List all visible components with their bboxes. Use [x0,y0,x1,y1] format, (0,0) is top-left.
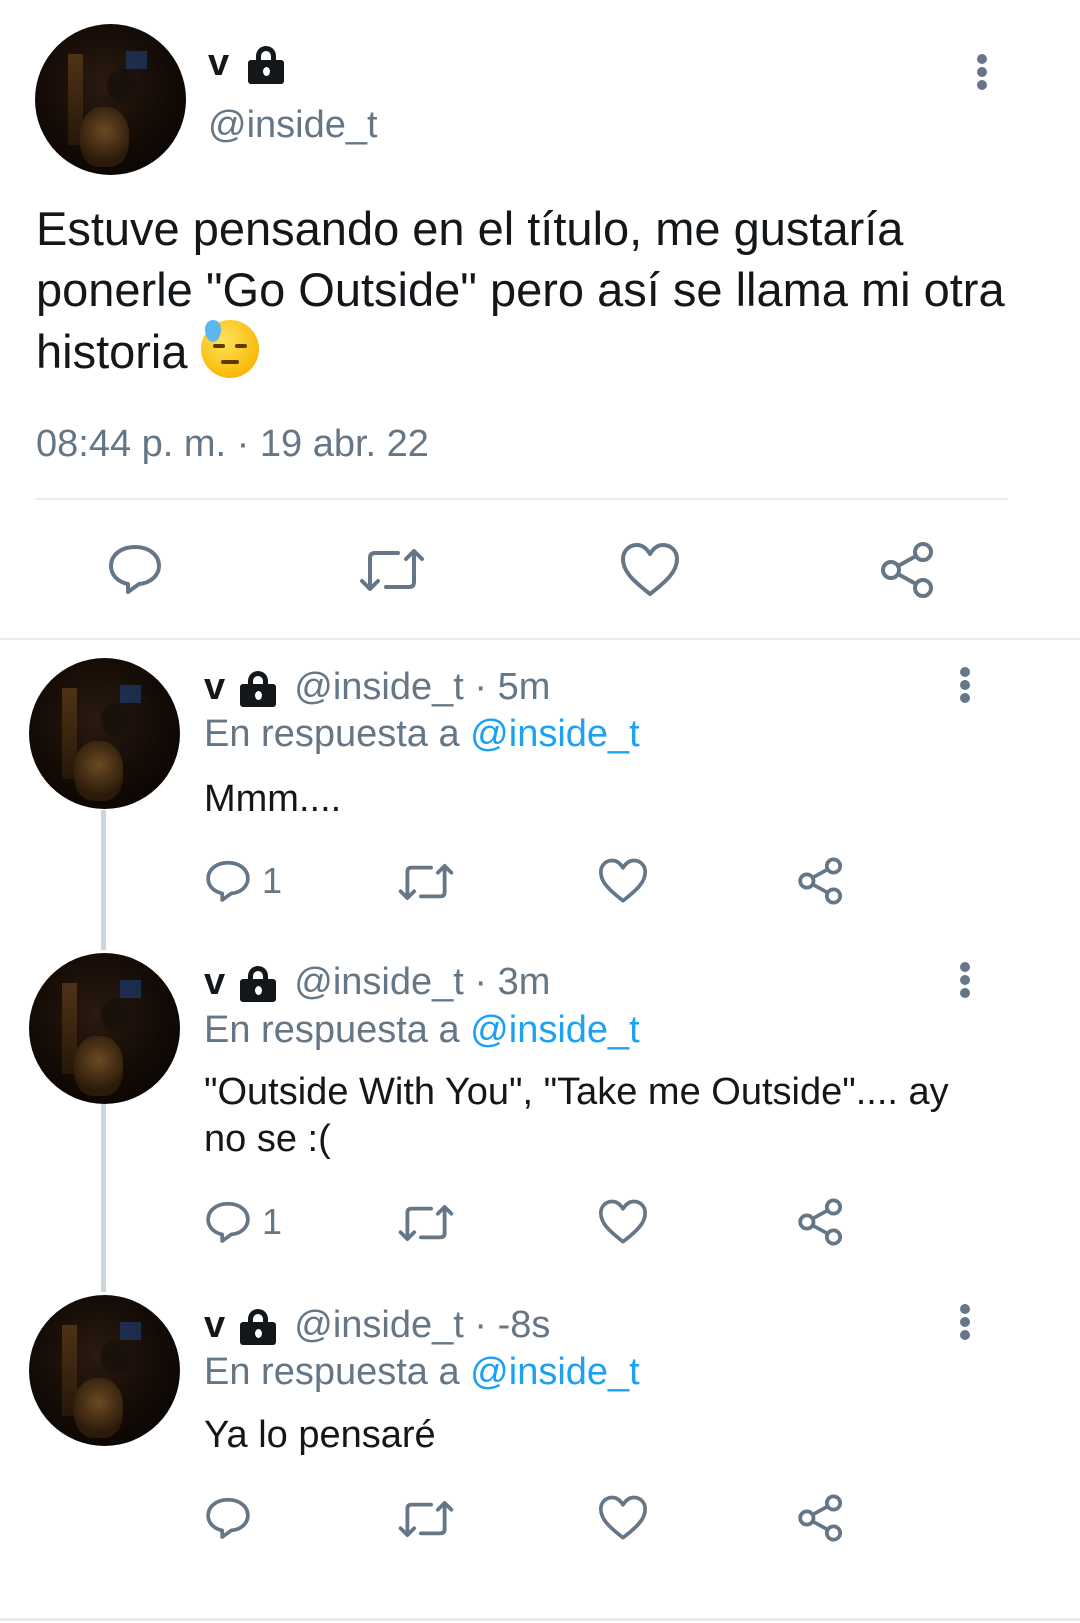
reply-author-name[interactable]: v [204,666,225,708]
main-timestamp[interactable]: 08:44 p. m. · 19 abr. 22 [36,423,429,466]
retweet-icon [360,549,424,591]
reply-header: v @inside_t · 3m [204,961,550,1004]
reply-retweet-button[interactable] [396,1201,456,1245]
reply-share-button[interactable] [796,1493,846,1543]
main-tweet-text: Estuve pensando en el título, me gustarí… [36,198,1036,382]
reply-like-button[interactable] [598,1495,648,1541]
lock-icon [239,670,276,707]
reply-share-button[interactable] [796,856,846,906]
reply-author-name[interactable]: v [204,961,225,1003]
reply-retweet-button[interactable] [396,860,456,904]
main-reply-button[interactable] [106,540,164,598]
main-retweet-button[interactable] [358,544,426,596]
heart-icon [598,858,648,903]
reply-count: 1 [262,1201,283,1242]
share-icon [881,542,933,598]
main-avatar[interactable] [35,24,186,175]
reply-text: "Outside With You", "Take me Outside"...… [204,1071,949,1160]
thread-line [101,1104,106,1292]
heart-icon [621,543,679,596]
reply-reply-button[interactable] [204,1494,252,1542]
reply-header: v @inside_t · 5m [204,666,550,709]
lock-icon [239,1308,276,1345]
reply-more-options-icon[interactable] [950,663,980,707]
reply-text: Mmm.... [204,778,342,820]
reply-header: v @inside_t · -8s [204,1304,550,1347]
reply-context-label: En respuesta a [204,1009,471,1051]
reply-mention-link[interactable]: @inside_t [470,713,640,755]
main-like-button[interactable] [620,542,680,598]
share-icon [798,857,843,905]
divider [0,638,1080,640]
reply-mention-link[interactable]: @inside_t [470,1351,640,1393]
reply-avatar[interactable] [29,658,180,809]
reply-avatar[interactable] [29,1295,180,1446]
lock-icon [239,965,276,1002]
lock-icon [247,45,284,84]
reply-share-button[interactable] [796,1197,846,1247]
reply-context: En respuesta a @inside_t [204,1009,640,1052]
reply-like-button[interactable] [598,858,648,904]
sweat-face-emoji-icon [200,320,259,378]
reply-icon [206,860,250,902]
reply-reply-button[interactable] [204,857,252,905]
heart-icon [598,1495,648,1540]
reply-icon [206,1201,250,1243]
retweet-icon [398,864,454,900]
reply-time[interactable]: · -8s [464,1304,550,1346]
reply-context: En respuesta a @inside_t [204,713,640,756]
thread-line [101,810,106,950]
main-more-options-icon[interactable] [967,50,997,94]
main-author-handle[interactable]: @inside_t [208,104,378,147]
main-author-name[interactable]: v [208,42,284,85]
reply-retweet-button[interactable] [396,1497,456,1541]
reply-avatar[interactable] [29,953,180,1104]
reply-more-options-icon[interactable] [950,1300,980,1344]
reply-context-label: En respuesta a [204,1351,471,1393]
reply-text: Ya lo pensaré [204,1414,436,1456]
retweet-icon [398,1205,454,1241]
reply-more-options-icon[interactable] [950,958,980,1002]
reply-context: En respuesta a @inside_t [204,1351,640,1394]
reply-author-name[interactable]: v [204,1304,225,1346]
main-share-button[interactable] [878,540,938,600]
author-name: v [208,42,230,84]
reply-icon [206,1497,250,1539]
reply-author-handle[interactable]: @inside_t [294,961,464,1003]
retweet-icon [398,1501,454,1537]
reply-like-button[interactable] [598,1199,648,1245]
reply-reply-button[interactable] [204,1198,252,1246]
divider [36,498,1008,500]
share-icon [798,1494,843,1542]
reply-mention-link[interactable]: @inside_t [470,1009,640,1051]
share-icon [798,1198,843,1246]
reply-count: 1 [262,860,283,901]
main-tweet-text-content: Estuve pensando en el título, me gustarí… [36,202,1005,378]
reply-icon [109,545,161,594]
reply-time[interactable]: · 5m [464,666,550,708]
bottom-divider [0,1618,1080,1621]
reply-context-label: En respuesta a [204,713,471,755]
reply-time[interactable]: · 3m [464,961,550,1003]
heart-icon [598,1199,648,1244]
reply-author-handle[interactable]: @inside_t [294,1304,464,1346]
reply-author-handle[interactable]: @inside_t [294,666,464,708]
